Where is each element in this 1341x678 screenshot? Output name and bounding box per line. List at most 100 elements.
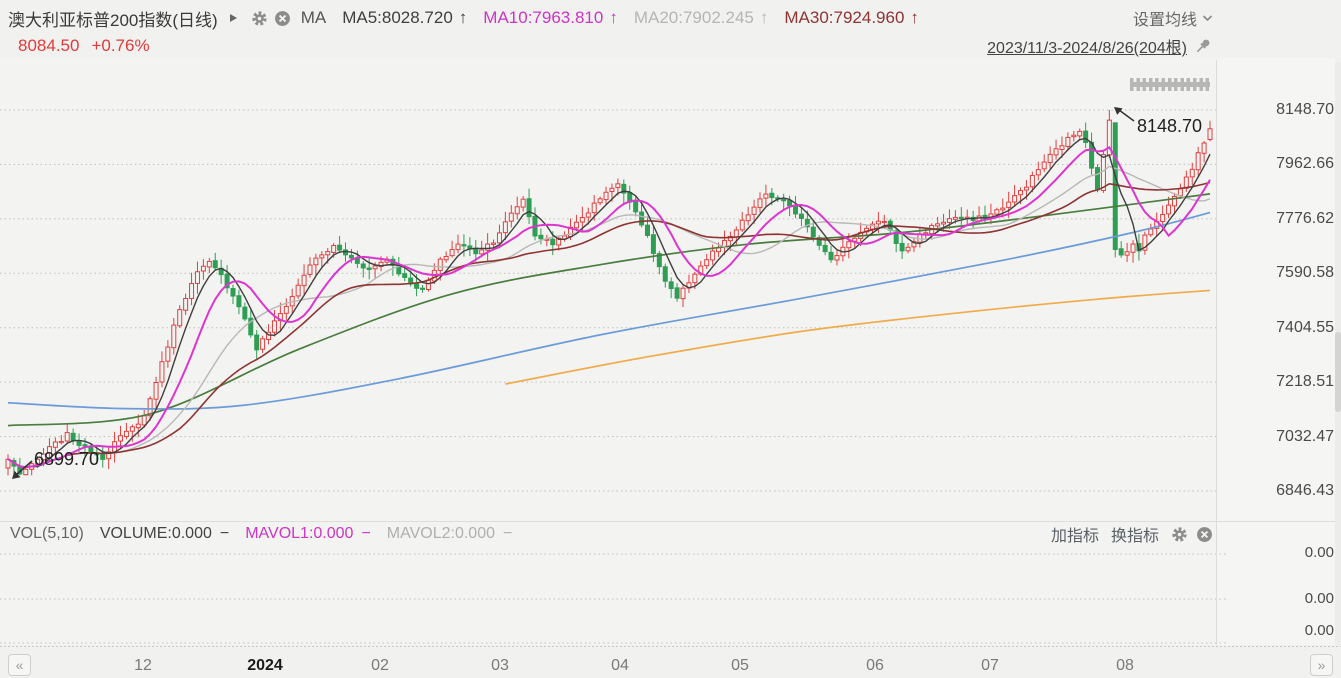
chevron-down-icon: [1202, 14, 1213, 22]
candle-body: [160, 362, 164, 382]
candle-body: [882, 221, 886, 222]
candle-body: [332, 246, 336, 253]
low-annotation: 6899.70: [34, 449, 99, 470]
candle-body: [876, 221, 880, 224]
candle-body: [693, 274, 697, 283]
price-axis-label: 7962.66: [1250, 155, 1334, 173]
candle-body: [1066, 137, 1070, 146]
candle-body: [255, 335, 259, 350]
right-scrollbar-thumb[interactable]: [1335, 332, 1341, 412]
candle-body: [77, 441, 81, 445]
candle-body: [1042, 162, 1046, 169]
candle-body: [770, 193, 774, 197]
candle-body: [136, 424, 140, 428]
ma-settings-gear-icon[interactable]: [251, 10, 268, 27]
chart-header: 澳大利亚标普200指数(日线) MA MA5:8028.720↑ MA10:79…: [0, 5, 1341, 31]
ma10-value: MA10:7963.810↑: [483, 8, 618, 28]
candle-body: [53, 442, 57, 447]
price-summary-row: 8084.50 +0.76% 2023/11/3-2024/8/26(204根): [0, 34, 1341, 58]
instrument-title[interactable]: 澳大利亚标普200指数(日线): [8, 6, 218, 31]
mavol2-value: MAVOL2:0.000: [387, 525, 495, 543]
data-zoom-handle[interactable]: [1130, 78, 1210, 91]
price-axis-label: 7218.51: [1250, 373, 1334, 391]
volume-dash: −: [220, 525, 229, 543]
candle-body: [527, 199, 531, 217]
candle-body: [184, 298, 188, 310]
candle-body: [764, 194, 768, 198]
candle-body: [598, 199, 602, 203]
candle-body: [486, 244, 490, 250]
candle-body: [711, 251, 715, 260]
candle-body: [231, 289, 235, 297]
candle-body: [426, 280, 430, 289]
candle-body: [1030, 175, 1034, 186]
candle-body: [195, 272, 199, 284]
candle-body: [1078, 131, 1082, 136]
mavol1-value: MAVOL1:0.000: [245, 525, 353, 543]
candle-body: [420, 288, 424, 289]
add-indicator-button[interactable]: 加指标: [1051, 522, 1099, 546]
volume-axis-label: 0.00: [1250, 544, 1334, 561]
volume-gear-icon[interactable]: [1171, 526, 1188, 543]
candle-body: [1196, 153, 1200, 170]
candle-body: [302, 275, 306, 285]
candle-body: [936, 224, 940, 226]
candle-body: [634, 202, 638, 212]
candle-body: [586, 213, 590, 217]
candle-body: [746, 215, 750, 221]
candle-body: [101, 454, 105, 459]
candle-body: [213, 261, 217, 268]
candle-body: [1119, 249, 1123, 255]
switch-indicator-button[interactable]: 换指标: [1111, 522, 1159, 546]
candle-body: [799, 214, 803, 218]
pin-icon[interactable]: [1193, 36, 1213, 56]
price-axis-label: 7590.58: [1250, 264, 1334, 282]
candle-body: [835, 256, 839, 260]
candle-body: [1125, 252, 1129, 255]
candle-body: [1007, 202, 1011, 207]
expand-caret-icon[interactable]: [230, 14, 237, 22]
date-range-link[interactable]: 2023/11/3-2024/8/26(204根): [987, 34, 1187, 58]
candle-body: [355, 259, 359, 264]
candle-body: [1054, 149, 1058, 155]
candle-body: [344, 250, 348, 255]
candle-body: [734, 230, 738, 237]
candle-body: [1161, 214, 1165, 221]
candle-body: [438, 259, 442, 270]
volume-axis-label: 0.00: [1250, 590, 1334, 607]
ma-close-icon[interactable]: [274, 10, 291, 27]
candle-body: [154, 383, 158, 400]
high-annotation: 8148.70: [1137, 116, 1202, 137]
scroll-left-button[interactable]: «: [8, 654, 31, 676]
candle-body: [580, 218, 584, 223]
ma-settings-button[interactable]: 设置均线: [1133, 6, 1213, 30]
volume-axis-label: 0.00: [1250, 622, 1334, 639]
time-axis-label: 04: [585, 657, 655, 675]
candle-body: [59, 441, 63, 442]
candle-body: [373, 266, 377, 269]
candle-body: [1001, 208, 1005, 210]
time-axis-label: 12: [108, 657, 178, 675]
price-axis-label: 7032.47: [1250, 428, 1334, 446]
candle-body: [515, 207, 519, 214]
candle-body: [521, 199, 525, 207]
candle-body: [995, 210, 999, 214]
candle-body: [492, 243, 496, 244]
candle-body: [1113, 123, 1117, 250]
candle-body: [326, 252, 330, 255]
last-price: 8084.50: [18, 36, 79, 56]
candle-body: [24, 469, 28, 474]
scroll-right-button[interactable]: »: [1310, 654, 1333, 676]
candle-body: [959, 217, 963, 218]
price-axis-label: 8148.70: [1250, 101, 1334, 119]
candle-body: [953, 217, 957, 219]
mavol1-dash: −: [361, 525, 370, 543]
candle-body: [847, 242, 851, 248]
candle-body: [124, 431, 128, 436]
candle-body: [1072, 135, 1076, 136]
candle-body: [610, 188, 614, 191]
volume-close-icon[interactable]: [1196, 526, 1213, 543]
ma10-up-arrow: ↑: [609, 8, 618, 27]
candle-body: [900, 243, 904, 250]
candle-body: [261, 339, 265, 349]
